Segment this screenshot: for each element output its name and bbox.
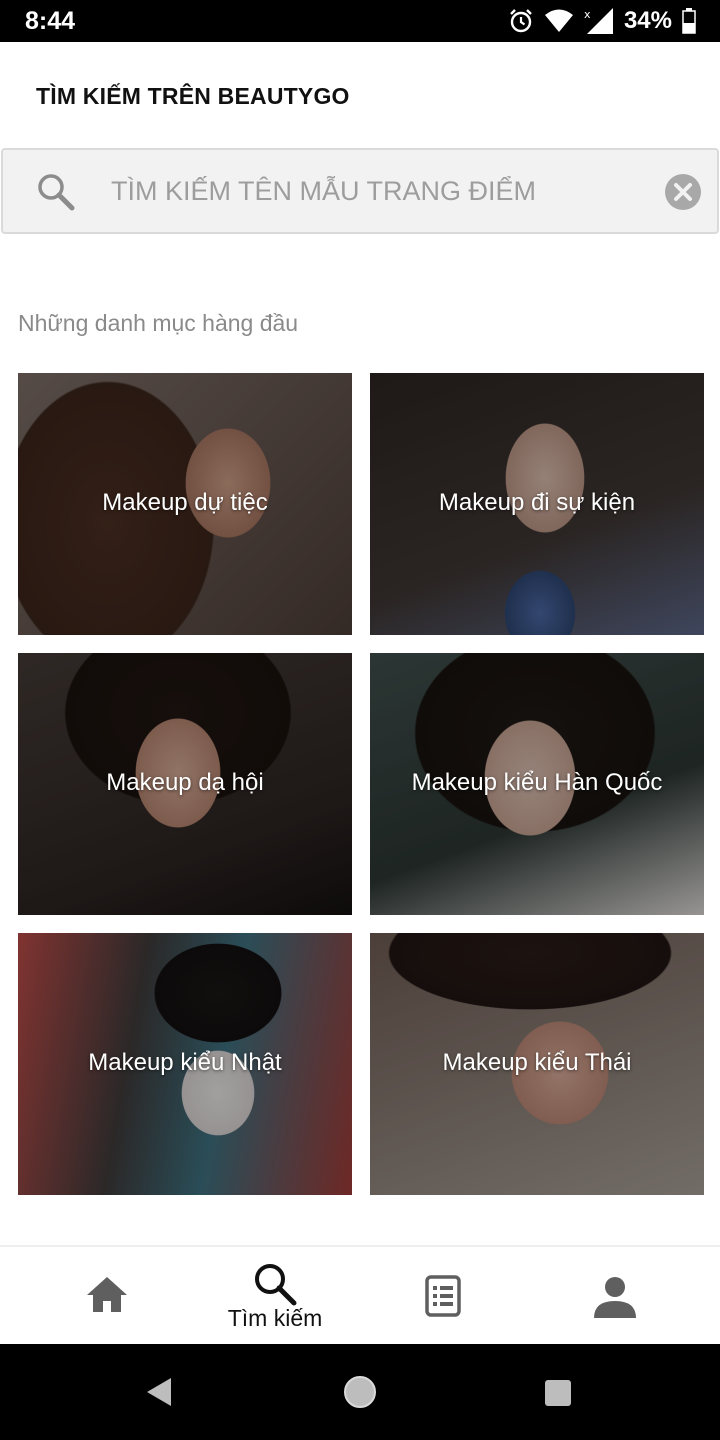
search-icon [35,171,77,218]
page-title: TÌM KIẾM TRÊN BEAUTYGO [36,83,350,109]
status-time: 8:44 [25,7,76,35]
nav-account[interactable] [533,1247,693,1346]
back-icon[interactable] [145,1376,173,1413]
category-card-gala[interactable]: Makeup dạ hội [18,653,352,915]
battery-icon [682,8,696,34]
category-card-korean[interactable]: Makeup kiểu Hàn Quốc [370,653,704,915]
search-bar[interactable] [1,148,719,234]
category-card-party[interactable]: Makeup dự tiệc [18,373,352,635]
category-label: Makeup dạ hội [106,769,264,796]
alarm-icon [508,8,534,34]
category-label: Makeup kiểu Hàn Quốc [411,769,663,796]
nav-search-label: Tìm kiếm [227,1305,323,1331]
category-label: Makeup dự tiệc [102,489,268,516]
category-label: Makeup kiểu Nhật [88,1049,282,1076]
section-title: Những danh mục hàng đầu [18,310,299,336]
clear-icon[interactable] [665,174,701,210]
search-input[interactable] [111,168,651,214]
category-label: Makeup đi sự kiện [438,489,636,516]
nav-search[interactable]: Tìm kiếm [195,1247,355,1346]
battery-percent: 34% [623,7,672,34]
svg-text:x: x [584,8,591,21]
category-card-thai[interactable]: Makeup kiểu Thái [370,933,704,1195]
cell-signal-icon: x [584,7,614,35]
category-card-japanese[interactable]: Makeup kiểu Nhật [18,933,352,1195]
status-icons: x 34% [508,6,696,36]
bottom-navigation: Tìm kiếm [0,1245,720,1344]
home-button-icon[interactable] [342,1374,378,1415]
nav-home[interactable] [26,1247,186,1346]
category-card-event[interactable]: Makeup đi sự kiện [370,373,704,635]
category-label: Makeup kiểu Thái [442,1049,632,1076]
system-navigation-bar [0,1344,720,1440]
recents-icon[interactable] [544,1379,572,1412]
wifi-icon [544,8,574,34]
status-bar: 8:44 x 34% [0,0,720,42]
nav-orders[interactable] [364,1247,524,1346]
